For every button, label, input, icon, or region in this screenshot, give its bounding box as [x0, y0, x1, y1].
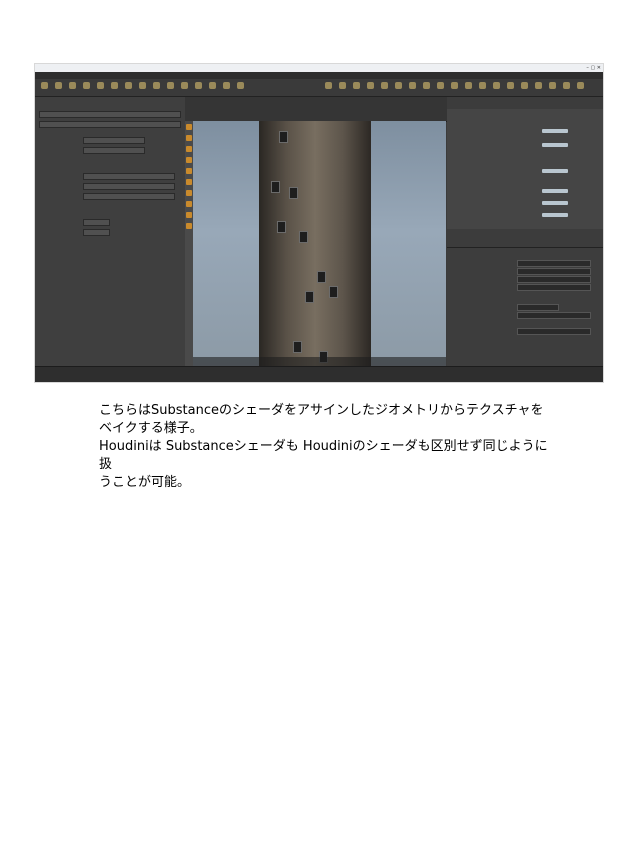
panel-field	[83, 219, 110, 226]
viewport-status-bar	[193, 357, 446, 366]
network-node	[542, 129, 568, 133]
window-controls: – ▢ ✕	[586, 65, 601, 71]
network-node	[542, 189, 568, 193]
playbar-timeline	[35, 366, 603, 382]
houdini-screenshot: – ▢ ✕	[35, 64, 603, 382]
panel-row	[39, 121, 181, 128]
network-node	[542, 169, 568, 173]
network-editor	[447, 97, 603, 382]
menu-bar	[35, 72, 603, 79]
panel-field	[83, 137, 145, 144]
window-titlebar: – ▢ ✕	[35, 64, 603, 72]
network-node	[542, 213, 568, 217]
panel-field	[83, 147, 145, 154]
node-network-view	[447, 109, 603, 229]
panel-field	[83, 229, 110, 236]
panel-row	[39, 111, 181, 118]
3d-viewport	[193, 121, 446, 366]
tower-geometry	[259, 121, 371, 366]
panel-field	[83, 173, 175, 180]
panel-field	[83, 193, 175, 200]
panel-field	[83, 183, 175, 190]
shelf-toolbar	[35, 79, 603, 97]
caption-text: こちらはSubstanceのシェーダをアサインしたジオメトリからテクスチャを ベ…	[99, 403, 548, 490]
node-parameter-panel	[447, 247, 603, 382]
viewport-tabs	[185, 97, 447, 122]
viewport-toolstrip	[185, 121, 193, 366]
network-node	[542, 201, 568, 205]
parameter-panel-left	[35, 97, 186, 382]
network-node	[542, 143, 568, 147]
